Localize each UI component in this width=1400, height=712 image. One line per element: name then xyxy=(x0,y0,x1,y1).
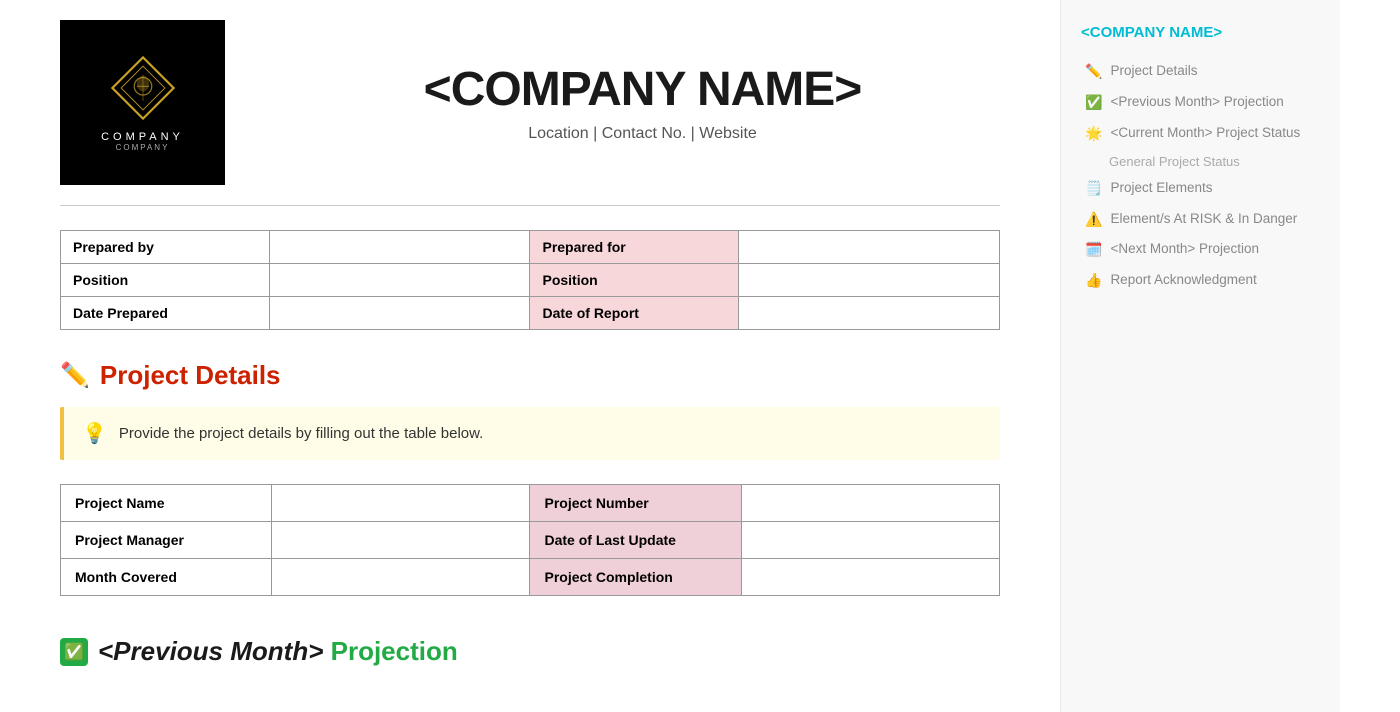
pencil-icon: ✏️ xyxy=(1085,63,1102,80)
warning-icon: ⚠️ xyxy=(1085,211,1102,228)
calendar-icon: 🗓️ xyxy=(1085,241,1102,258)
sidebar-item-project-elements[interactable]: 🗒️ Project Elements xyxy=(1081,174,1320,203)
sidebar-item-risk[interactable]: ⚠️ Element/s At RISK & In Danger xyxy=(1081,205,1320,234)
project-details-header: ✏️ Project Details xyxy=(60,360,1000,391)
sidebar-next-month-label: <Next Month> Projection xyxy=(1110,240,1259,259)
hint-icon: 💡 xyxy=(82,421,107,446)
sidebar-current-month-label: <Current Month> Project Status xyxy=(1110,124,1300,143)
sidebar-project-elements-label: Project Elements xyxy=(1110,179,1212,198)
hint-text: Provide the project details by filling o… xyxy=(119,425,483,442)
table-row: Position Position xyxy=(61,264,1000,297)
table-row: Project Manager Date of Last Update xyxy=(61,522,1000,559)
date-last-update-label: Date of Last Update xyxy=(530,522,741,559)
header-divider xyxy=(60,205,1000,206)
sidebar-item-next-month[interactable]: 🗓️ <Next Month> Projection xyxy=(1081,235,1320,264)
notepad-icon: 🗒️ xyxy=(1085,180,1102,197)
month-covered-label: Month Covered xyxy=(61,559,272,596)
prepared-by-value[interactable] xyxy=(269,231,530,264)
company-subtitle: Location | Contact No. | Website xyxy=(285,125,1000,143)
logo-sub: COMPANY xyxy=(116,143,170,152)
project-number-value[interactable] xyxy=(741,485,999,522)
prepared-by-label: Prepared by xyxy=(61,231,270,264)
position-value-left[interactable] xyxy=(269,264,530,297)
logo-box: COMPANY COMPANY xyxy=(60,20,225,185)
company-name: <COMPANY NAME> xyxy=(285,62,1000,117)
info-hint-box: 💡 Provide the project details by filling… xyxy=(60,407,1000,460)
project-details-table: Project Name Project Number Project Mana… xyxy=(60,484,1000,596)
project-manager-value[interactable] xyxy=(272,522,530,559)
sidebar-item-previous-month[interactable]: ✅ <Previous Month> Projection xyxy=(1081,88,1320,117)
previous-month-icon: ✅ xyxy=(60,638,88,666)
project-name-value[interactable] xyxy=(272,485,530,522)
sidebar-acknowledgment-label: Report Acknowledgment xyxy=(1110,271,1256,290)
company-title-area: <COMPANY NAME> Location | Contact No. | … xyxy=(285,62,1000,143)
position-value-right[interactable] xyxy=(739,264,1000,297)
table-row: Prepared by Prepared for xyxy=(61,231,1000,264)
date-prepared-label: Date Prepared xyxy=(61,297,270,330)
projection-label: Projection xyxy=(323,636,457,666)
date-of-report-label: Date of Report xyxy=(530,297,739,330)
logo-diamond xyxy=(108,53,178,123)
star-icon: 🌟 xyxy=(1085,125,1102,142)
prepared-for-label: Prepared for xyxy=(530,231,739,264)
date-last-update-value[interactable] xyxy=(741,522,999,559)
project-details-icon: ✏️ xyxy=(60,361,90,390)
info-table: Prepared by Prepared for Position Positi… xyxy=(60,230,1000,330)
previous-month-title: <Previous Month> Projection xyxy=(98,636,458,667)
header: COMPANY COMPANY <COMPANY NAME> Location … xyxy=(60,20,1000,185)
project-completion-value[interactable] xyxy=(741,559,999,596)
sidebar-general-status-label: General Project Status xyxy=(1109,154,1240,169)
table-row: Date Prepared Date of Report xyxy=(61,297,1000,330)
main-content: COMPANY COMPANY <COMPANY NAME> Location … xyxy=(0,0,1060,712)
position-label-right: Position xyxy=(530,264,739,297)
previous-month-italic: <Previous Month> xyxy=(98,636,323,666)
month-covered-value[interactable] xyxy=(272,559,530,596)
project-number-label: Project Number xyxy=(530,485,741,522)
previous-month-header: ✅ <Previous Month> Projection xyxy=(60,636,1000,667)
sidebar: <COMPANY NAME> ✏️ Project Details ✅ <Pre… xyxy=(1060,0,1340,712)
sidebar-risk-label: Element/s At RISK & In Danger xyxy=(1110,210,1297,229)
sidebar-item-current-month[interactable]: 🌟 <Current Month> Project Status xyxy=(1081,119,1320,148)
project-completion-label: Project Completion xyxy=(530,559,741,596)
sidebar-previous-month-label: <Previous Month> Projection xyxy=(1110,93,1283,112)
table-row: Project Name Project Number xyxy=(61,485,1000,522)
table-row: Month Covered Project Completion xyxy=(61,559,1000,596)
logo-text: COMPANY xyxy=(101,131,184,143)
project-name-label: Project Name xyxy=(61,485,272,522)
project-manager-label: Project Manager xyxy=(61,522,272,559)
sidebar-company-name[interactable]: <COMPANY NAME> xyxy=(1081,24,1320,41)
sidebar-item-project-details[interactable]: ✏️ Project Details xyxy=(1081,57,1320,86)
date-of-report-value[interactable] xyxy=(739,297,1000,330)
sidebar-project-details-label: Project Details xyxy=(1110,62,1197,81)
project-details-title: Project Details xyxy=(100,360,281,391)
sidebar-item-acknowledgment[interactable]: 👍 Report Acknowledgment xyxy=(1081,266,1320,295)
sidebar-sub-item-general-status[interactable]: General Project Status xyxy=(1081,150,1320,173)
position-label-left: Position xyxy=(61,264,270,297)
checkmark-icon: ✅ xyxy=(1085,94,1102,111)
prepared-for-value[interactable] xyxy=(739,231,1000,264)
date-prepared-value[interactable] xyxy=(269,297,530,330)
thumbsup-icon: 👍 xyxy=(1085,272,1102,289)
